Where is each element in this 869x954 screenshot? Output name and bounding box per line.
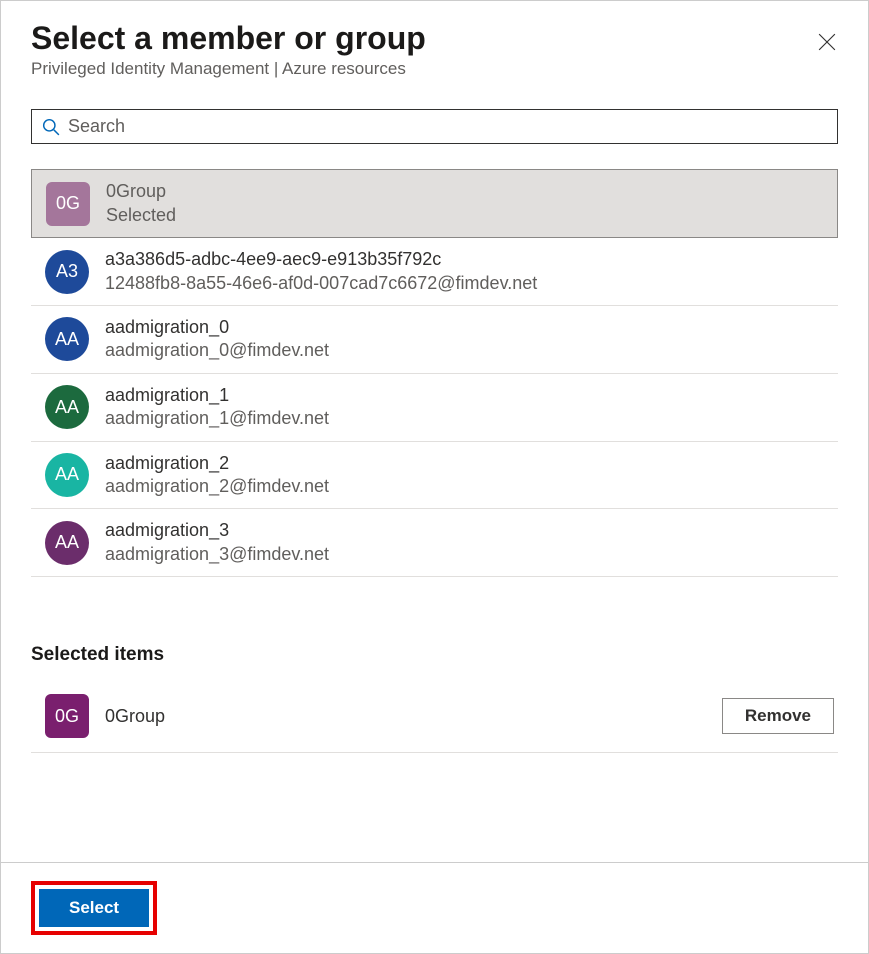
member-row[interactable]: AA aadmigration_0aadmigration_0@fimdev.ne… [31, 306, 838, 374]
member-name: aadmigration_1 [105, 384, 329, 407]
member-text: a3a386d5-adbc-4ee9-aec9-e913b35f792c1248… [105, 248, 537, 295]
member-subtext: aadmigration_1@fimdev.net [105, 407, 329, 430]
member-text: aadmigration_1aadmigration_1@fimdev.net [105, 384, 329, 431]
member-subtext: aadmigration_3@fimdev.net [105, 543, 329, 566]
member-row[interactable]: 0G 0GroupSelected [31, 169, 838, 238]
member-subtext: 12488fb8-8a55-46e6-af0d-007cad7c6672@fim… [105, 272, 537, 295]
member-name: 0Group [106, 180, 176, 203]
member-text: aadmigration_2aadmigration_2@fimdev.net [105, 452, 329, 499]
member-subtext: Selected [106, 204, 176, 227]
member-name: a3a386d5-adbc-4ee9-aec9-e913b35f792c [105, 248, 537, 271]
avatar: AA [45, 317, 89, 361]
search-box[interactable] [31, 109, 838, 144]
avatar: A3 [45, 250, 89, 294]
avatar: AA [45, 453, 89, 497]
selected-item-row: 0G 0Group Remove [31, 684, 838, 753]
member-text: 0GroupSelected [106, 180, 176, 227]
member-row[interactable]: A3 a3a386d5-adbc-4ee9-aec9-e913b35f792c12… [31, 238, 838, 306]
member-row[interactable]: AA aadmigration_1aadmigration_1@fimdev.ne… [31, 374, 838, 442]
search-icon [42, 118, 60, 136]
member-subtext: aadmigration_2@fimdev.net [105, 475, 329, 498]
member-name: aadmigration_3 [105, 519, 329, 542]
member-row[interactable]: AA aadmigration_3aadmigration_3@fimdev.ne… [31, 509, 838, 577]
select-button-highlight: Select [31, 881, 157, 935]
member-name: aadmigration_0 [105, 316, 329, 339]
member-name: aadmigration_2 [105, 452, 329, 475]
member-text: aadmigration_0aadmigration_0@fimdev.net [105, 316, 329, 363]
avatar: 0G [45, 694, 89, 738]
selected-item-name: 0Group [105, 706, 706, 727]
selected-items-heading: Selected items [31, 644, 838, 666]
avatar: AA [45, 385, 89, 429]
page-title: Select a member or group [31, 19, 838, 57]
member-row[interactable]: AA aadmigration_2aadmigration_2@fimdev.ne… [31, 442, 838, 510]
breadcrumb: Privileged Identity Management | Azure r… [31, 59, 838, 79]
avatar: 0G [46, 182, 90, 226]
remove-button[interactable]: Remove [722, 698, 834, 734]
search-input[interactable] [68, 116, 827, 137]
select-button[interactable]: Select [39, 889, 149, 927]
member-text: aadmigration_3aadmigration_3@fimdev.net [105, 519, 329, 566]
avatar: AA [45, 521, 89, 565]
close-button[interactable] [816, 31, 838, 53]
member-subtext: aadmigration_0@fimdev.net [105, 339, 329, 362]
close-icon [818, 33, 836, 51]
member-list[interactable]: 0G 0GroupSelected A3 a3a386d5-adbc-4ee9-aec… [31, 169, 838, 619]
